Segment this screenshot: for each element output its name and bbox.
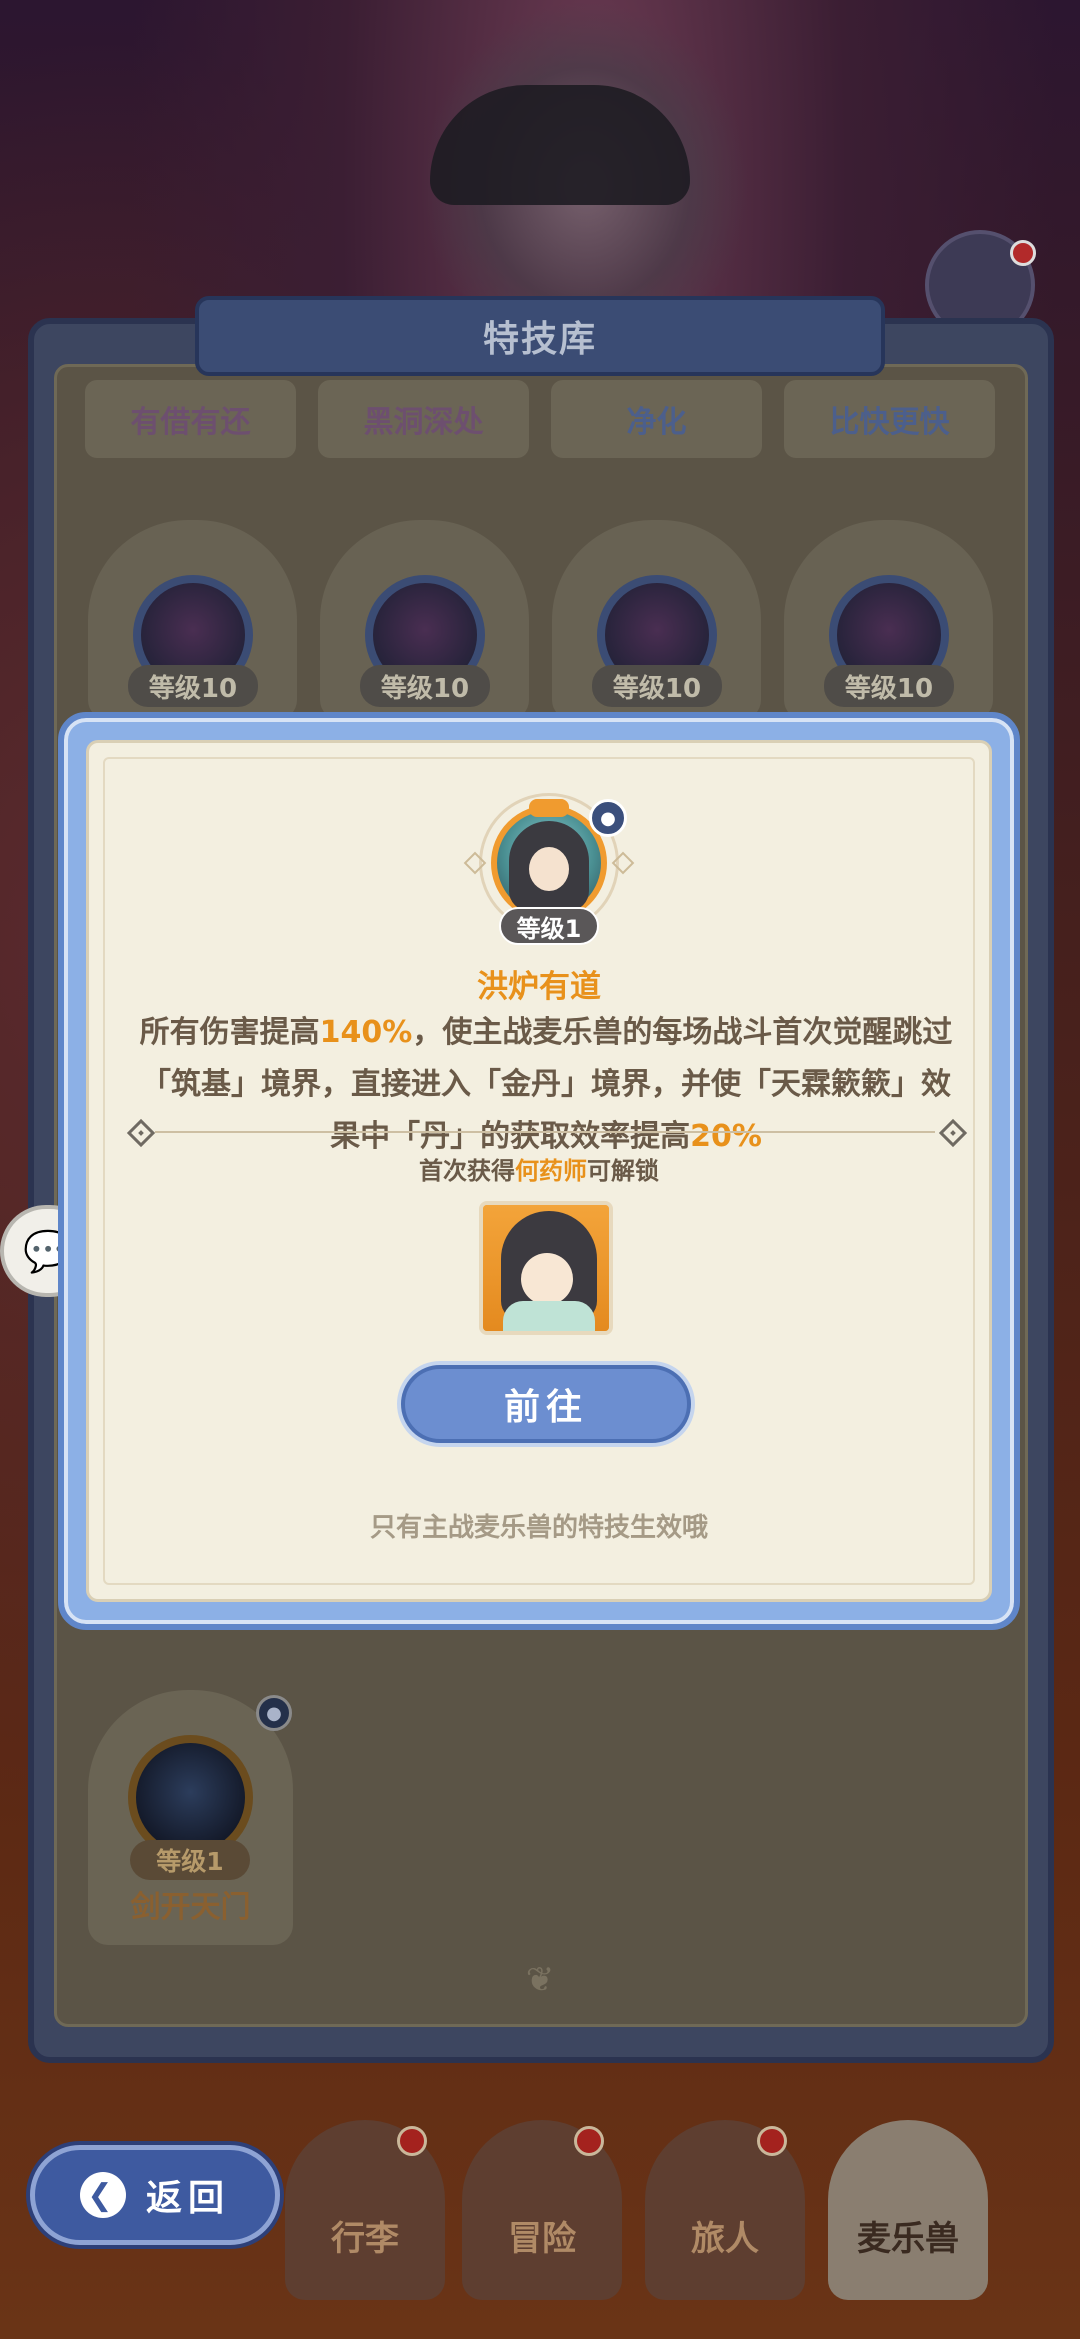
skill-tab[interactable]: 比快更快 xyxy=(784,380,995,458)
hero-thumbnail[interactable] xyxy=(479,1201,613,1335)
nav-item-adventure[interactable]: 冒险 xyxy=(462,2120,622,2300)
chevron-left-icon: ❮ xyxy=(79,2172,126,2218)
skill-card[interactable]: 等级10 xyxy=(784,520,993,720)
owned-skill-card[interactable]: ● 等级1 剑开天门 xyxy=(88,1690,293,1945)
skill-detail-modal: ● 等级1 洪炉有道 所有伤害提高140%，使主战麦乐兽的每场战斗首次觉醒跳过「… xyxy=(58,712,1020,1630)
back-button[interactable]: ❮ 返回 xyxy=(30,2145,280,2245)
skill-library-title: 特技库 xyxy=(195,296,885,376)
skill-level-badge: 等级10 xyxy=(128,665,258,707)
unlock-hero-name: 何药师 xyxy=(515,1157,587,1185)
bow-icon xyxy=(529,799,569,817)
ornament-icon: ❦ xyxy=(525,1960,555,2000)
skill-name: 剑开天门 xyxy=(130,1890,251,1925)
hero-face xyxy=(521,1253,573,1305)
hero-body xyxy=(503,1301,595,1331)
skill-title: 洪炉有道 xyxy=(477,969,601,1005)
skill-level-badge: 等级10 xyxy=(592,665,722,707)
unlock-suffix: 可解锁 xyxy=(587,1157,659,1185)
nav-item-mailebeast[interactable]: 麦乐兽 xyxy=(828,2120,988,2300)
skill-tab[interactable]: 净化 xyxy=(551,380,762,458)
skill-level-badge: 等级1 xyxy=(499,907,599,945)
skill-tab[interactable]: 黑洞深处 xyxy=(318,380,529,458)
skill-card-row: 等级10 等级10 等级10 等级10 xyxy=(88,520,993,720)
skill-detail-body: ● 等级1 洪炉有道 所有伤害提高140%，使主战麦乐兽的每场战斗首次觉醒跳过「… xyxy=(86,740,992,1602)
back-label: 返回 xyxy=(145,2178,230,2219)
nav-label: 行李 xyxy=(331,2219,399,2259)
skill-level-badge: 等级10 xyxy=(360,665,490,707)
desc-text: 所有伤害提高 xyxy=(139,1015,320,1050)
nav-label: 麦乐兽 xyxy=(857,2219,959,2259)
notification-dot xyxy=(397,2126,427,2156)
notification-dot xyxy=(574,2126,604,2156)
skill-card[interactable]: 等级10 xyxy=(552,520,761,720)
skill-card[interactable]: 等级10 xyxy=(88,520,297,720)
skill-tab[interactable]: 有借有还 xyxy=(85,380,296,458)
skill-tab-row: 有借有还 黑洞深处 净化 比快更快 xyxy=(85,380,995,460)
nav-label: 旅人 xyxy=(691,2219,759,2259)
desc-highlight: 140% xyxy=(319,1015,413,1050)
footnote: 只有主战麦乐兽的特技生效哦 xyxy=(369,1513,708,1543)
unlock-prefix: 首次获得 xyxy=(419,1157,515,1185)
notification-dot xyxy=(1010,240,1036,266)
skill-card[interactable]: 等级10 xyxy=(320,520,529,720)
notification-dot xyxy=(757,2126,787,2156)
lock-icon: ● xyxy=(256,1695,292,1731)
nav-label: 冒险 xyxy=(508,2219,576,2259)
lock-icon: ● xyxy=(589,799,627,837)
skill-level-badge: 等级10 xyxy=(824,665,954,707)
go-button[interactable]: 前往 xyxy=(401,1365,691,1443)
desc-highlight: 20% xyxy=(690,1119,762,1154)
portrait-face xyxy=(529,847,569,891)
skill-level-badge: 等级1 xyxy=(130,1840,250,1880)
unlock-condition: 首次获得何药师可解锁 xyxy=(89,1151,989,1186)
nav-item-luggage[interactable]: 行李 xyxy=(285,2120,445,2300)
skill-description: 所有伤害提高140%，使主战麦乐兽的每场战斗首次觉醒跳过「筑基」境界，直接进入「… xyxy=(129,1007,963,1163)
divider xyxy=(155,1131,935,1133)
background-character-hat xyxy=(430,85,690,205)
nav-item-traveler[interactable]: 旅人 xyxy=(645,2120,805,2300)
